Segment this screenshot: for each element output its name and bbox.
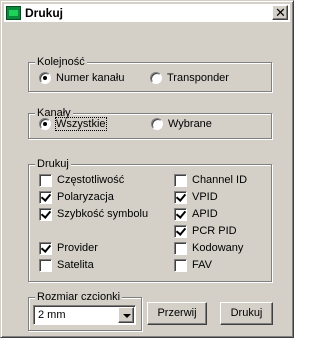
font-size-value: 2 mm bbox=[38, 309, 66, 321]
print-fields-group: Drukuj Częstotliwość Polaryzacja Szybkoś… bbox=[28, 157, 272, 282]
radio-all-channels[interactable]: Wszystkie bbox=[39, 117, 107, 131]
radio-channel-number[interactable]: Numer kanału bbox=[39, 71, 124, 85]
checkbox[interactable] bbox=[174, 191, 187, 204]
window-title: Drukuj bbox=[25, 6, 64, 20]
checkbox[interactable] bbox=[174, 259, 187, 272]
check-polarization[interactable]: Polaryzacja bbox=[39, 190, 114, 204]
check-symbol-rate[interactable]: Szybkość symbolu bbox=[39, 207, 148, 221]
radio-transponder[interactable]: Transponder bbox=[150, 71, 229, 85]
checkbox[interactable] bbox=[39, 174, 52, 187]
radio-indicator[interactable] bbox=[150, 72, 162, 84]
checkbox[interactable] bbox=[39, 259, 52, 272]
checkbox[interactable] bbox=[174, 225, 187, 238]
app-icon bbox=[6, 6, 21, 20]
chevron-down-icon[interactable] bbox=[118, 307, 134, 323]
radio-selected-channels[interactable]: Wybrane bbox=[151, 117, 212, 131]
checkbox[interactable] bbox=[174, 174, 187, 187]
checkbox[interactable] bbox=[39, 242, 52, 255]
font-size-select[interactable]: 2 mm bbox=[33, 305, 136, 325]
sort-order-group: Kolejność Numer kanału Transponder bbox=[28, 55, 272, 92]
cancel-button[interactable]: Przerwij bbox=[147, 302, 207, 325]
print-fields-legend: Drukuj bbox=[35, 157, 71, 171]
checkbox[interactable] bbox=[174, 208, 187, 221]
checkbox[interactable] bbox=[174, 242, 187, 255]
check-vpid[interactable]: VPID bbox=[174, 190, 218, 204]
check-frequency[interactable]: Częstotliwość bbox=[39, 173, 124, 187]
close-button[interactable]: ✕ bbox=[272, 5, 288, 20]
channels-group: Kanały Wszystkie Wybrane bbox=[28, 106, 272, 139]
close-icon: ✕ bbox=[275, 5, 286, 20]
check-channel-id[interactable]: Channel ID bbox=[174, 173, 247, 187]
radio-indicator[interactable] bbox=[39, 72, 51, 84]
check-encrypted[interactable]: Kodowany bbox=[174, 241, 243, 255]
checkbox[interactable] bbox=[39, 191, 52, 204]
font-size-legend: Rozmiar czcionki bbox=[35, 290, 123, 304]
checkbox[interactable] bbox=[39, 208, 52, 221]
radio-indicator[interactable] bbox=[151, 118, 163, 130]
check-provider[interactable]: Provider bbox=[39, 241, 98, 255]
check-pcr-pid[interactable]: PCR PID bbox=[174, 224, 237, 238]
title-bar: Drukuj ✕ bbox=[4, 4, 290, 22]
check-apid[interactable]: APID bbox=[174, 207, 218, 221]
check-satellite[interactable]: Satelita bbox=[39, 258, 94, 272]
sort-order-legend: Kolejność bbox=[35, 55, 87, 69]
check-fav[interactable]: FAV bbox=[174, 258, 212, 272]
radio-indicator[interactable] bbox=[39, 118, 51, 130]
print-button[interactable]: Drukuj bbox=[220, 302, 273, 325]
